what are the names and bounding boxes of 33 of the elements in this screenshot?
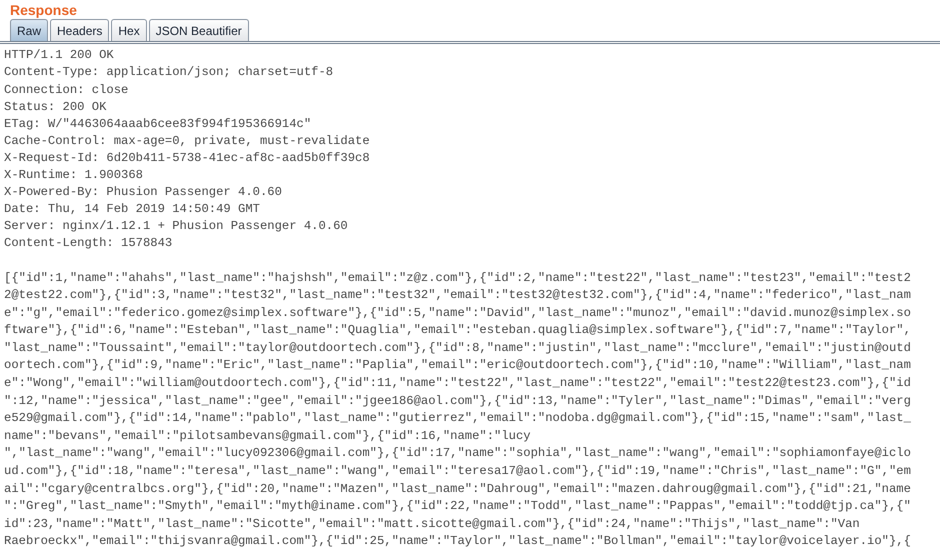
body-line: e":"g","email":"federico.gomez@simplex.software"},{"id":5,"name":"David","last_name":"munoz","email":"david.munoz@simplex.so [4, 304, 912, 322]
tab[interactable]: Headers [50, 19, 110, 42]
header-line: HTTP/1.1 200 OK [4, 47, 115, 64]
body-line: [{"id":1,"name":"ahahs","last_name":"hajshsh","email":"z@z.com"},{"id":2,"name":"test22","last_name":"test23","email":"test2 [4, 270, 912, 286]
header-line: Date: Thu, 14 Feb 2019 14:50:49 GMT [4, 201, 261, 218]
tab[interactable]: JSON Beautifier [148, 19, 249, 42]
body-line: e529@gmail.com"},{"id":14,"name":"pablo","last_name":"gutierrez","email":"nodoba.dg@gmail.com"},{"id":15,"name":"sam","last_ [4, 410, 912, 428]
body-line: ":12,"name":"jessica","last_name":"gee","email":"jgee186@aol.com"},{"id":13,"name":"Tyler","last_name":"Dimas","email":"verg [4, 392, 912, 410]
tab[interactable]: Raw [10, 19, 48, 42]
header-line: X-Request-Id: 6d20b411-5738-41ec-af8c-aad5b0ff39c8 [4, 150, 371, 167]
body-line: name":"bevans","email":"pilotsambevans@gmail.com"},{"id":16,"name":"lucy [4, 428, 532, 445]
header-line: X-Runtime: 1.900368 [4, 167, 144, 184]
body-line: Raebroeckx","email":"thijsvanra@gmail.com"},{"id":25,"name":"Taylor","last_name":"Bollman","email":"taylor@voicelayer.io"},{ [4, 533, 912, 550]
body-line: ftware"},{"id":6,"name":"Esteban","last_name":"Quaglia","email":"esteban.quaglia@simplex.software"},{"id":7,"name":"Taylor", [4, 322, 912, 340]
body-line: id":23,"name":"Matt","last_name":"Sicotte","email":"matt.sicotte@gmail.com"},{"id":24,"name":"Thijs","last_name":"Van [4, 516, 861, 533]
body-line: "last_name":"Toussaint","email":"taylor@outdoortech.com"},{"id":8,"name":"justin","last_name":"mcclure","email":"justin@outd [4, 340, 912, 357]
header-line: Connection: close [4, 82, 130, 99]
body-line: 2@test22.com"},{"id":3,"name":"test32","last_name":"test32","email":"test32@test32.com"},{"id":4,"name":"federico","last_nam [4, 287, 912, 304]
header-line: Cache-Control: max-age=0, private, must-revalidate [4, 132, 371, 150]
header-line: Status: 200 OK [4, 98, 108, 116]
header-line: Content-Type: application/json; charset=utf-8 [4, 64, 334, 82]
header-line: Server: nginx/1.12.1 + Phusion Passenger 4.0.60 [4, 218, 349, 236]
tab[interactable]: Hex [111, 19, 147, 42]
body-line: ":"Greg","last_name":"Smyth","email":"myth@iname.com"},{"id":22,"name":"Todd","last_name":"Pappas","email":"todd@tjp.ca"},{" [4, 498, 912, 516]
body-line: ","last_name":"wang","email":"lucy092306@gmail.com"},{"id":17,"name":"sophia","last_name":"wang","email":"sophiamonfaye@iclo [4, 445, 912, 462]
header-line: X-Powered-By: Phusion Passenger 4.0.60 [4, 184, 283, 202]
body-line: e":"Wong","email":"william@outdoortech.com"},{"id":11,"name":"test22","last_name":"test22","email":"test22@test23.com"},{"id [4, 375, 912, 392]
body-line: ud.com"},{"id":18,"name":"teresa","last_name":"wang","email":"teresa17@aol.com"},{"id":19,"name":"Chris","last_name":"G","em [4, 463, 912, 480]
body-line: oortech.com"},{"id":9,"name":"Eric","last_name":"Paplia","email":"eric@outdoortech.com"},{"id":10,"name":"William","last_nam [4, 357, 912, 374]
header-line: Content-Length: 1578843 [4, 235, 174, 252]
panel-title: Response [9, 1, 78, 20]
body-line: ail":"cgary@centralbcs.org"},{"id":20,"name":"Mazen","last_name":"Dahroug","email":"mazen.dahroug@gmail.com"},{"id":21,"name [4, 480, 912, 498]
header-line: ETag: W/"4463064aaab6cee83f994f195366914c" [4, 116, 312, 133]
